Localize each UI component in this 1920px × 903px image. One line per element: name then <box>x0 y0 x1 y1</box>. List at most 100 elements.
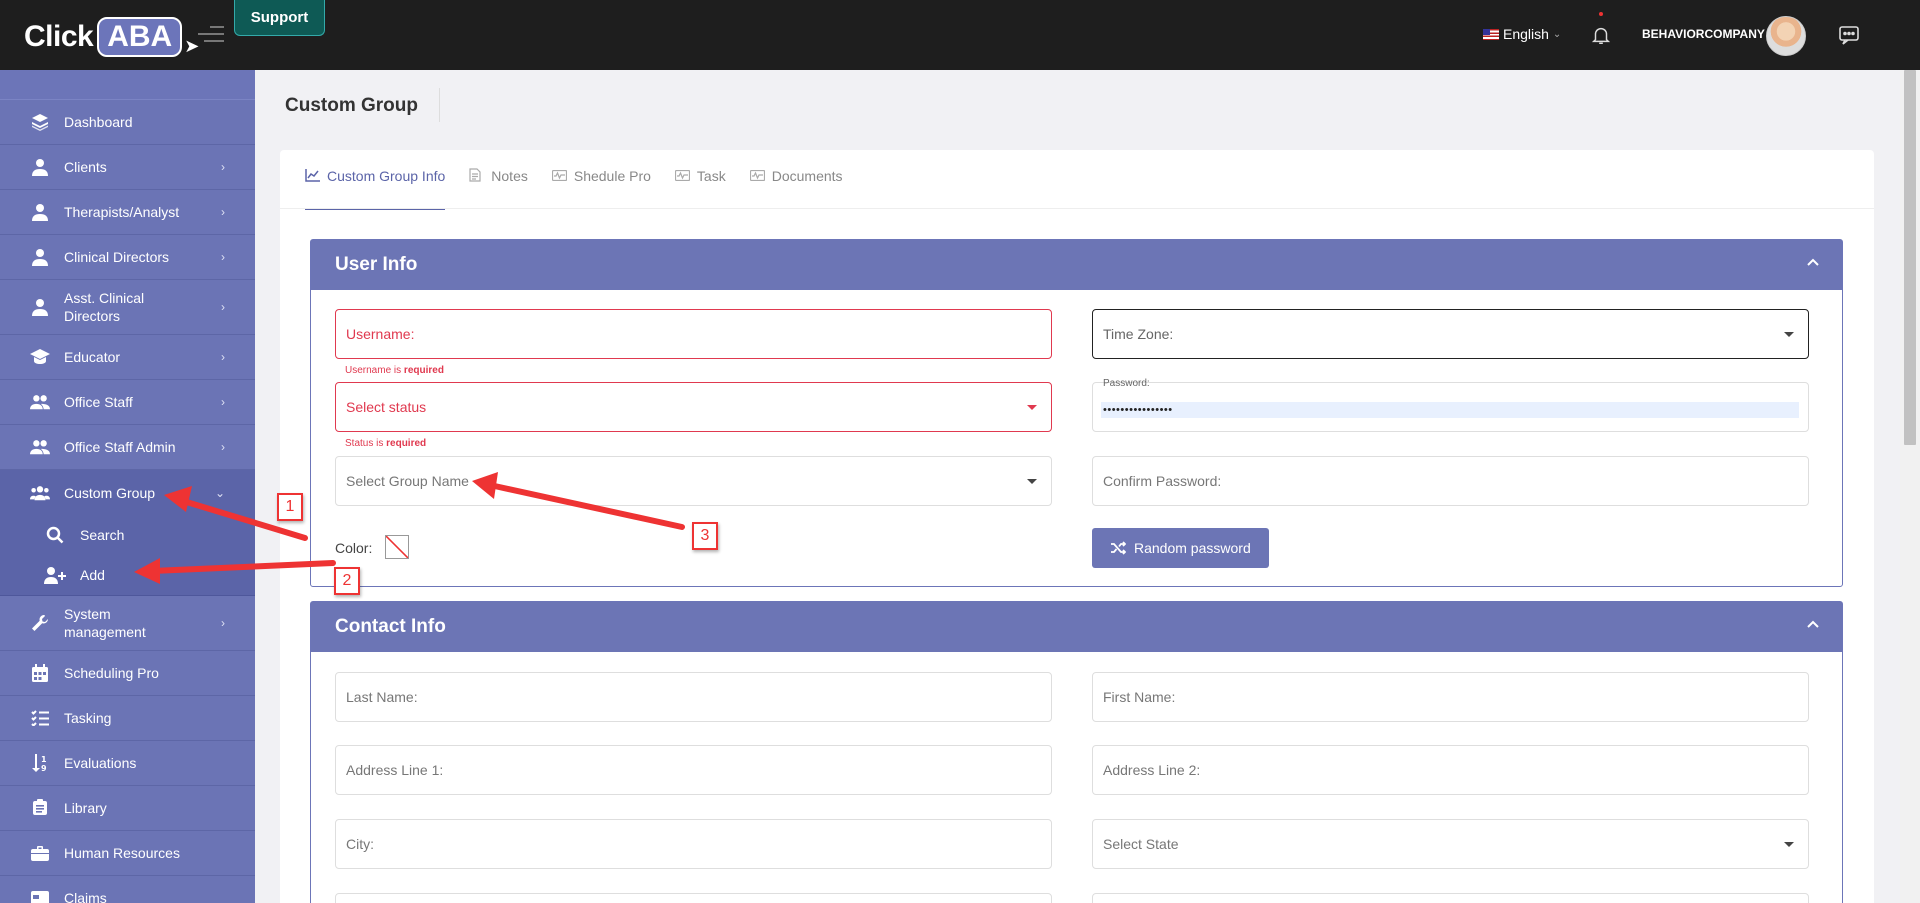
first-name-input[interactable]: First Name: <box>1092 672 1809 722</box>
sidebar: Dashboard Clients › Therapists/Analyst ›… <box>0 70 255 903</box>
color-picker[interactable] <box>385 535 409 559</box>
sidebar-item-label: System management <box>64 606 146 640</box>
sidebar-item-clients[interactable]: Clients › <box>0 145 255 190</box>
sidebar-subitem-add[interactable]: Add <box>0 555 255 595</box>
custom-group-section: Custom Group ⌄ Search Add <box>0 470 255 596</box>
chat-icon[interactable] <box>1838 25 1860 45</box>
support-button[interactable]: Support <box>234 0 325 36</box>
card-icon <box>30 888 50 903</box>
annotation-label-3: 3 <box>692 522 718 550</box>
graduation-cap-icon <box>30 347 50 367</box>
tab-documents[interactable]: Documents <box>749 168 843 210</box>
tab-label: Documents <box>771 168 843 184</box>
last-name-input[interactable]: Last Name: <box>335 672 1052 722</box>
logo-text-aba: ABA <box>97 16 183 57</box>
user-name[interactable]: BEHAVIORCOMPANY <box>1642 27 1765 41</box>
library-icon <box>30 798 50 818</box>
address-line-1-input[interactable]: Address Line 1: <box>335 745 1052 795</box>
title-divider <box>439 88 440 122</box>
user-info-header[interactable]: User Info <box>311 240 1842 290</box>
next-row-right-input[interactable] <box>1092 893 1809 903</box>
sidebar-item-office-staff-admin[interactable]: Office Staff Admin › <box>0 425 255 470</box>
tab-notes[interactable]: Notes <box>469 168 528 210</box>
timezone-placeholder: Time Zone: <box>1103 326 1174 342</box>
sidebar-item-office-staff[interactable]: Office Staff › <box>0 380 255 425</box>
chevron-right-icon: › <box>221 395 225 409</box>
sidebar-item-label: Library <box>64 800 107 816</box>
chevron-up-icon[interactable] <box>1806 255 1820 269</box>
sidebar-item-educator[interactable]: Educator › <box>0 335 255 380</box>
wave-icon <box>674 168 691 182</box>
sidebar-subitem-label: Add <box>80 567 105 583</box>
user-plus-icon <box>44 565 66 585</box>
page-scrollbar[interactable] <box>1900 70 1920 903</box>
sidebar-item-evaluations[interactable]: 19 Evaluations <box>0 741 255 786</box>
sidebar-item-label: Therapists/Analyst <box>64 204 180 220</box>
tab-task[interactable]: Task <box>674 168 726 210</box>
annotation-label-1: 1 <box>277 493 303 521</box>
briefcase-icon <box>30 843 50 863</box>
chart-icon <box>305 168 321 182</box>
chevron-up-icon[interactable] <box>1806 617 1820 631</box>
address-line-2-placeholder: Address Line 2: <box>1103 762 1201 778</box>
random-password-button[interactable]: Random password <box>1092 528 1269 568</box>
tab-bar: Custom Group Info Notes Shedule Pro Task… <box>305 168 867 210</box>
sidebar-item-label: Claims <box>64 890 107 903</box>
contact-info-header[interactable]: Contact Info <box>311 602 1842 652</box>
sidebar-item-label: Tasking <box>64 710 112 726</box>
chevron-right-icon: › <box>221 205 225 219</box>
svg-text:9: 9 <box>41 764 47 772</box>
random-password-label: Random password <box>1134 540 1251 556</box>
calendar-icon <box>30 663 50 683</box>
tab-shedule-pro[interactable]: Shedule Pro <box>551 168 651 210</box>
sidebar-item-scheduling-pro[interactable]: Scheduling Pro <box>0 651 255 696</box>
color-label: Color: <box>335 540 373 556</box>
status-select[interactable]: Select status <box>335 382 1052 432</box>
last-name-placeholder: Last Name: <box>346 689 418 705</box>
tabs-divider <box>280 208 1874 209</box>
scrollbar-thumb[interactable] <box>1904 70 1916 445</box>
password-value[interactable]: •••••••••••••••• <box>1101 402 1799 418</box>
language-selector[interactable]: English ⌄ <box>1483 26 1561 42</box>
confirm-password-input[interactable]: Confirm Password: <box>1092 456 1809 506</box>
group-name-select[interactable]: Select Group Name <box>335 456 1052 506</box>
us-flag-icon <box>1483 28 1499 40</box>
sidebar-item-system-management[interactable]: System management › <box>0 596 255 651</box>
sidebar-item-asst-clinical-directors[interactable]: Asst. Clinical Directors › <box>0 280 255 335</box>
users-group-icon <box>30 483 50 503</box>
timezone-select[interactable]: Time Zone: <box>1092 309 1809 359</box>
sidebar-item-clinical-directors[interactable]: Clinical Directors › <box>0 235 255 280</box>
menu-toggle-icon[interactable] <box>198 26 224 44</box>
chevron-right-icon: › <box>221 440 225 454</box>
username-input[interactable]: Username: <box>335 309 1052 359</box>
language-label: English <box>1503 26 1549 42</box>
sidebar-subitem-search[interactable]: Search <box>0 515 255 555</box>
next-row-left-input[interactable] <box>335 893 1052 903</box>
tab-label: Custom Group Info <box>327 168 446 184</box>
state-placeholder: Select State <box>1103 836 1179 852</box>
shuffle-icon <box>1111 541 1126 555</box>
sidebar-item-dashboard[interactable]: Dashboard <box>0 100 255 145</box>
sidebar-item-therapists[interactable]: Therapists/Analyst › <box>0 190 255 235</box>
sidebar-item-label: Clients <box>64 159 107 175</box>
sidebar-item-label: Office Staff <box>64 394 133 410</box>
city-input[interactable]: City: <box>335 819 1052 869</box>
chevron-right-icon: › <box>221 250 225 264</box>
tab-custom-group-info[interactable]: Custom Group Info <box>305 168 446 210</box>
sidebar-top <box>0 70 255 100</box>
sidebar-item-library[interactable]: Library <box>0 786 255 831</box>
wave-icon <box>551 168 568 182</box>
app-logo[interactable]: Click ABA ➤ <box>24 16 199 57</box>
sidebar-item-claims[interactable]: Claims <box>0 876 255 903</box>
sidebar-item-human-resources[interactable]: Human Resources <box>0 831 255 876</box>
state-select[interactable]: Select State <box>1092 819 1809 869</box>
sidebar-item-label: Scheduling Pro <box>64 665 159 681</box>
tab-label: Notes <box>491 168 528 184</box>
sidebar-item-custom-group[interactable]: Custom Group ⌄ <box>0 470 255 515</box>
bell-icon[interactable] <box>1590 23 1612 47</box>
sidebar-item-tasking[interactable]: Tasking <box>0 696 255 741</box>
avatar[interactable] <box>1766 16 1806 56</box>
wrench-icon <box>30 613 50 633</box>
address-line-2-input[interactable]: Address Line 2: <box>1092 745 1809 795</box>
username-placeholder: Username: <box>346 326 415 342</box>
